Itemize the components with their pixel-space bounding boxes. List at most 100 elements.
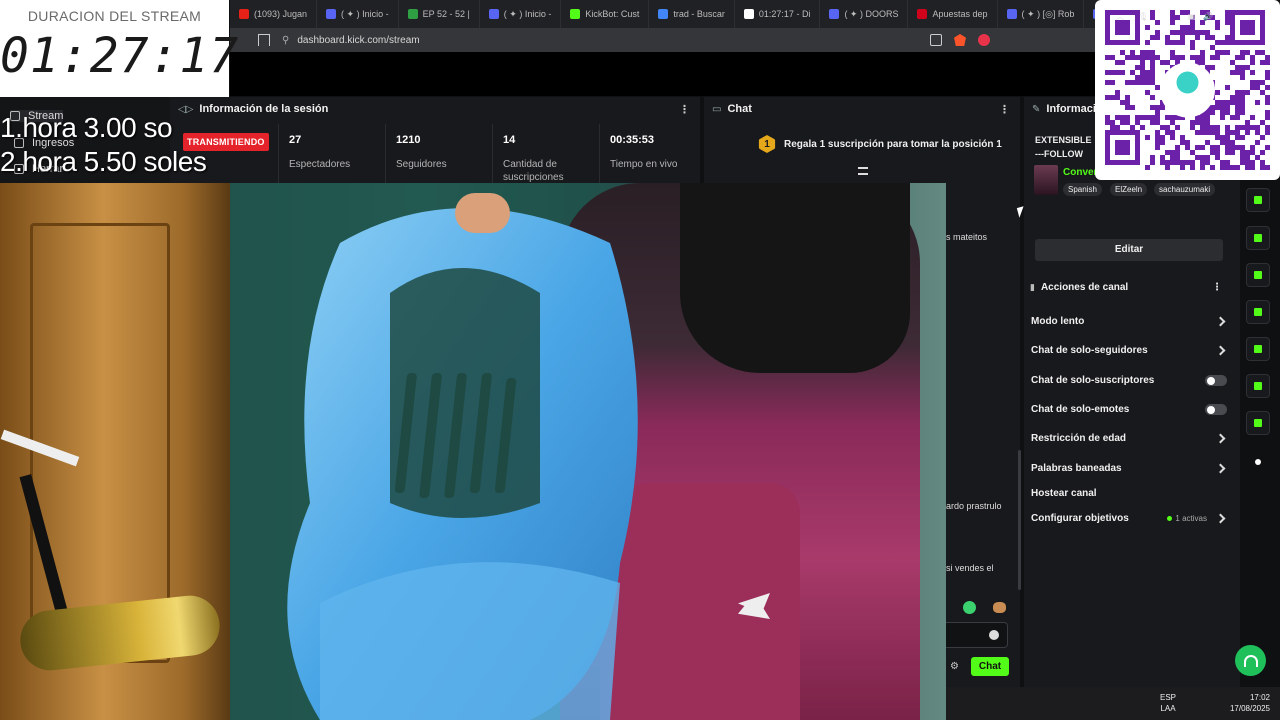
tab-favicon-icon	[407, 9, 418, 19]
tab-favicon-icon	[570, 9, 581, 19]
site-info-icon[interactable]: ⚲	[282, 35, 289, 46]
channel-action-item[interactable]: Palabras baneadas	[1031, 463, 1227, 474]
price-text-line: 1.hora 3.00 so	[0, 112, 173, 143]
channel-action-label: Modo lento	[1031, 316, 1085, 327]
rail-button[interactable]	[1246, 226, 1270, 250]
tab-label: ( ✦ ) DOORS	[844, 8, 899, 19]
rail-button[interactable]	[1246, 300, 1270, 324]
channel-action-item[interactable]: Hostear canal	[1031, 488, 1227, 499]
browser-tab[interactable]: 01:27:17 - Di	[735, 0, 821, 28]
browser-tab[interactable]: trad - Buscar	[649, 0, 735, 28]
share-icon[interactable]	[930, 34, 942, 46]
edit-stream-info-button[interactable]: Editar	[1035, 239, 1223, 261]
chevron-right-icon	[1215, 433, 1226, 444]
chat-message-input[interactable]	[946, 622, 1008, 648]
channel-action-item[interactable]: Chat de solo-seguidores	[1031, 345, 1227, 356]
browser-tab[interactable]: ( ✦ ) [◎] Rob	[998, 0, 1085, 28]
stat-subscriptions: 14 Cantidad de suscripciones	[492, 124, 592, 184]
stat-value: 00:35:53	[610, 134, 655, 146]
toolbar-backdrop	[230, 52, 1100, 96]
tab-label: 01:27:17 - Di	[758, 9, 811, 19]
session-info-title: Información de la sesión	[199, 103, 329, 115]
browser-tab[interactable]: ( ✦ ) Inicio -	[317, 0, 399, 28]
stat-label: Espectadores	[289, 159, 351, 170]
tab-label: EP 52 - 52 |	[422, 9, 470, 19]
emoji-picker-icon[interactable]	[989, 630, 999, 640]
channel-action-item[interactable]: Modo lento	[1031, 316, 1227, 327]
channel-action-item[interactable]: Chat de solo-emotes	[1031, 404, 1227, 415]
extension-icon[interactable]	[978, 34, 990, 46]
browser-tab[interactable]: KickBot: Cust	[561, 0, 650, 28]
channel-action-label: Configurar objetivos	[1031, 513, 1129, 524]
message-icon	[1254, 308, 1262, 316]
chevron-right-icon	[1215, 463, 1226, 474]
channel-action-label: Chat de solo-seguidores	[1031, 345, 1148, 356]
channel-action-item[interactable]: Chat de solo-suscriptores	[1031, 375, 1227, 386]
chat-options-icon[interactable]: ⋮	[999, 103, 1010, 116]
volume-icon[interactable]: 🔊	[1203, 0, 1213, 33]
stat-live-time: 00:35:53 Tiempo en vivo	[599, 124, 677, 184]
stream-title-line: ---FOLLOW	[1035, 149, 1083, 159]
channel-action-item[interactable]: Configurar objetivos 1 activas	[1031, 513, 1227, 524]
tab-favicon-icon	[743, 9, 754, 19]
emote-icon[interactable]	[993, 602, 1006, 613]
chat-send-button[interactable]: Chat	[971, 657, 1009, 676]
bookmark-icon[interactable]	[258, 34, 270, 46]
tab-favicon-icon	[1006, 9, 1017, 19]
tab-label: ( ✦ ) [◎] Rob	[1021, 8, 1075, 19]
microphone-icon[interactable]: 🎙	[1138, 0, 1148, 33]
clock-date: 17/08/2025	[1229, 704, 1270, 713]
support-chat-button[interactable]	[1235, 645, 1266, 676]
rail-button[interactable]	[1246, 337, 1270, 361]
more-options-icon[interactable]: ⋮	[679, 103, 690, 116]
rail-button[interactable]	[1246, 374, 1270, 398]
stream-tag: Spanish	[1063, 183, 1102, 196]
stat-followers: 1210 Seguidores	[385, 124, 447, 184]
tab-favicon-icon	[239, 9, 249, 19]
chevron-right-icon	[1215, 316, 1226, 327]
emote-icon[interactable]	[963, 601, 976, 614]
actions-options-icon[interactable]: ⋮	[1212, 282, 1222, 293]
stat-value: 14	[503, 134, 516, 146]
channel-actions-title: Acciones de canal	[1040, 281, 1129, 293]
tab-favicon-icon	[829, 9, 840, 19]
show-hidden-icons-icon[interactable]: ︿	[1116, 0, 1124, 33]
stat-label: Cantidad de suscripciones	[503, 159, 564, 183]
chat-settings-gear-icon[interactable]: ⚙	[950, 661, 959, 672]
chat-message: si vendes el	[946, 563, 994, 573]
stat-value: 27	[289, 134, 302, 146]
language-indicator[interactable]: ESP LAA	[1158, 692, 1178, 714]
qr-pattern	[1105, 10, 1270, 170]
clock-time: 17:02	[1249, 693, 1270, 702]
chat-scrollbar[interactable]	[1018, 450, 1021, 590]
rail-button[interactable]	[1246, 411, 1270, 435]
network-icon[interactable]: ▣	[1188, 0, 1196, 33]
browser-tab[interactable]: EP 52 - 52 |	[399, 0, 480, 28]
system-clock[interactable]: 17:02 17/08/2025	[1222, 692, 1270, 714]
toggle-switch[interactable]	[1205, 404, 1227, 415]
duration-value: 01:27:17	[0, 28, 240, 84]
address-bar[interactable]: ⚲ dashboard.kick.com/stream	[230, 28, 1100, 52]
browser-tab[interactable]: Apuestas dep	[908, 0, 998, 28]
gift-leaderboard-banner[interactable]: 1 Regala 1 suscripción para tomar la pos…	[758, 135, 1002, 153]
category-name[interactable]: Conver	[1063, 167, 1097, 178]
chat-message: ardo prastrulo	[946, 501, 1002, 511]
language-code: ESP	[1159, 693, 1176, 702]
channel-action-label: Palabras baneadas	[1031, 463, 1122, 474]
session-icon: ◁▷	[178, 103, 194, 115]
brave-shield-icon[interactable]	[954, 34, 966, 46]
toggle-switch[interactable]	[1205, 375, 1227, 386]
rail-button[interactable]	[1246, 450, 1270, 474]
browser-tab[interactable]: ( ✦ ) Inicio -	[480, 0, 562, 28]
channel-action-item[interactable]: Restricción de edad	[1031, 433, 1227, 444]
tab-favicon-icon	[917, 9, 928, 19]
headset-icon	[1243, 654, 1258, 667]
rail-button[interactable]	[1246, 263, 1270, 287]
expand-chevron-icon[interactable]	[858, 167, 868, 175]
rail-button[interactable]	[1246, 188, 1270, 212]
screenshot-icon	[1254, 196, 1262, 204]
browser-tab[interactable]: ( ✦ ) DOORS	[820, 0, 909, 28]
tab-label: Apuestas dep	[932, 9, 988, 19]
browser-tab[interactable]: (1093) Jugan	[230, 0, 318, 28]
url-text[interactable]: dashboard.kick.com/stream	[297, 35, 419, 46]
